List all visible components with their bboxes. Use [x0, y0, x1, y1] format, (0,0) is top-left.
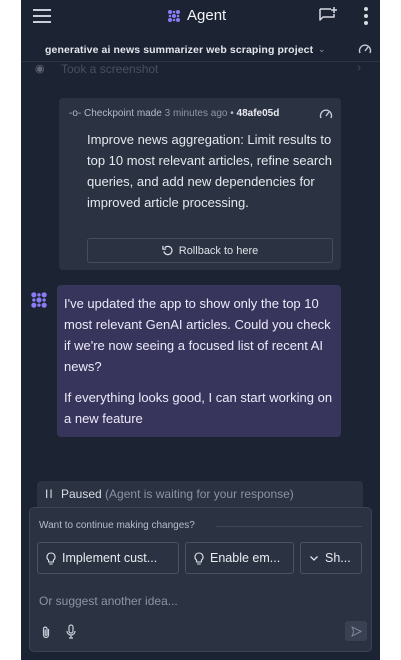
project-name[interactable]: generative ai news summarizer web scrapi… [45, 44, 313, 56]
gauge-icon[interactable] [319, 108, 333, 120]
checkpoint-commit-id: 48afe05d [236, 108, 280, 119]
title-group: Agent [167, 7, 226, 24]
checkpoint-description: Improve news aggregation: Limit results … [87, 132, 332, 210]
suggestion-chip-label: Enable em... [210, 551, 281, 565]
page-title: Agent [187, 7, 227, 24]
send-button[interactable] [345, 621, 367, 641]
lightbulb-icon [194, 551, 204, 565]
suggestion-chip-label: Sh... [325, 551, 351, 565]
paused-label: Paused [61, 487, 102, 501]
agent-message: I've updated the app to show only the to… [57, 285, 341, 437]
hamburger-menu-icon[interactable] [33, 9, 51, 23]
checkpoint-label: Checkpoint made [84, 108, 162, 119]
rollback-button[interactable]: Rollback to here [87, 238, 333, 263]
suggestions-heading: Want to continue making changes? [39, 520, 195, 531]
agent-screen: Agent generative ai news summarizer web … [21, 0, 380, 660]
new-chat-icon[interactable] [318, 6, 338, 26]
lightbulb-icon [46, 551, 56, 565]
suggestion-chip-label: Implement cust... [62, 551, 158, 565]
rollback-icon [162, 245, 173, 256]
checkpoint-card: -o- Checkpoint made 3 minutes ago • 48af… [59, 98, 341, 270]
chevron-down-icon [310, 555, 318, 561]
more-options-icon[interactable] [364, 7, 368, 25]
suggestion-panel: Want to continue making changes? Impleme… [29, 507, 372, 652]
chevron-right-icon: › [357, 62, 361, 74]
microphone-icon[interactable] [65, 624, 77, 639]
checkpoint-time: 3 minutes ago [164, 108, 228, 119]
log-text: Took a screenshot [61, 62, 159, 76]
gauge-icon[interactable] [358, 43, 372, 55]
divider [216, 526, 362, 527]
screenshot-log-row: ◉ Took a screenshot › [35, 62, 365, 76]
chevron-down-icon[interactable]: ⌄ [318, 44, 326, 55]
paused-reason: (Agent is waiting for your response) [105, 487, 294, 501]
camera-icon: ◉ [35, 63, 45, 75]
checkpoint-header: -o- Checkpoint made 3 minutes ago • 48af… [69, 108, 279, 119]
paused-status: II Paused (Agent is waiting for your resp… [37, 481, 363, 507]
suggestion-chip-2[interactable]: Enable em... [185, 542, 294, 574]
pause-icon: II [45, 487, 54, 501]
top-bar: Agent [21, 0, 380, 34]
suggest-idea-input[interactable] [39, 592, 359, 610]
agent-message-paragraph: I've updated the app to show only the to… [64, 296, 331, 374]
agent-logo-icon [168, 9, 180, 22]
paperclip-icon[interactable] [40, 625, 52, 639]
agent-message-paragraph: If everything looks good, I can start wo… [64, 390, 333, 426]
rollback-label: Rollback to here [178, 244, 259, 257]
suggestion-chip-1[interactable]: Implement cust... [37, 542, 179, 574]
separator-dot: • [230, 108, 234, 119]
send-icon [350, 625, 362, 637]
commit-icon: -o- [69, 108, 82, 119]
agent-avatar-icon [31, 292, 47, 308]
project-bar[interactable]: generative ai news summarizer web scrapi… [21, 36, 380, 62]
suggestion-chip-3[interactable]: Sh... [300, 542, 362, 574]
